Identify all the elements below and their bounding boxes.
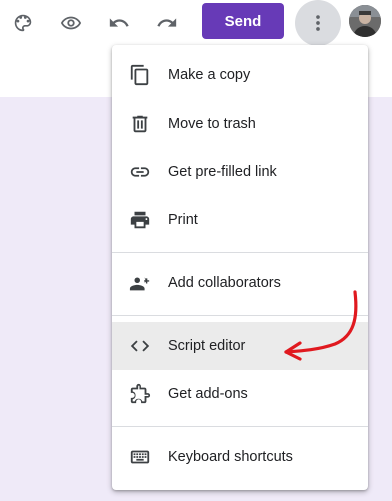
- keyboard-icon: [128, 445, 152, 469]
- menu-item-label: Move to trash: [168, 116, 256, 132]
- menu-item-label: Script editor: [168, 338, 246, 354]
- preview-button[interactable]: [52, 4, 90, 42]
- puzzle-icon: [128, 382, 152, 406]
- menu-item-move-to-trash[interactable]: Move to trash: [112, 100, 368, 148]
- send-button[interactable]: Send: [202, 3, 284, 39]
- menu-divider: [112, 426, 368, 427]
- account-avatar[interactable]: [349, 5, 381, 37]
- redo-button[interactable]: [148, 4, 186, 42]
- menu-item-add-collaborators[interactable]: Add collaborators: [112, 259, 368, 307]
- trash-icon: [128, 112, 152, 136]
- menu-divider: [112, 252, 368, 253]
- copy-icon: [128, 63, 152, 87]
- menu-item-get-add-ons[interactable]: Get add-ons: [112, 370, 368, 418]
- menu-item-label: Add collaborators: [168, 275, 281, 291]
- more-vert-icon: [316, 15, 320, 31]
- undo-button[interactable]: [100, 4, 138, 42]
- menu-item-get-pre-filled-link[interactable]: Get pre-filled link: [112, 148, 368, 196]
- print-icon: [128, 208, 152, 232]
- palette-icon: [14, 14, 32, 32]
- menu-item-label: Keyboard shortcuts: [168, 449, 293, 465]
- menu-item-print[interactable]: Print: [112, 196, 368, 244]
- menu-item-label: Make a copy: [168, 67, 251, 83]
- more-options-button[interactable]: [295, 0, 341, 46]
- add-collaborators-icon: [128, 271, 152, 295]
- menu-item-keyboard-shortcuts[interactable]: Keyboard shortcuts: [112, 433, 368, 481]
- link-icon: [128, 160, 152, 184]
- menu-item-label: Get add-ons: [168, 386, 248, 402]
- menu-item-label: Print: [168, 212, 198, 228]
- menu-divider: [112, 315, 368, 316]
- toolbar: Send: [0, 0, 392, 46]
- code-icon: [128, 334, 152, 358]
- more-options-menu: Make a copy Move to trash Get pre-filled…: [112, 45, 368, 490]
- eye-icon: [60, 16, 82, 30]
- menu-item-make-a-copy[interactable]: Make a copy: [112, 51, 368, 99]
- palette-button[interactable]: [4, 4, 42, 42]
- redo-icon: [157, 18, 177, 27]
- menu-item-label: Get pre-filled link: [168, 164, 277, 180]
- menu-item-script-editor[interactable]: Script editor: [112, 322, 368, 370]
- undo-icon: [109, 18, 129, 27]
- user-photo: [349, 5, 381, 37]
